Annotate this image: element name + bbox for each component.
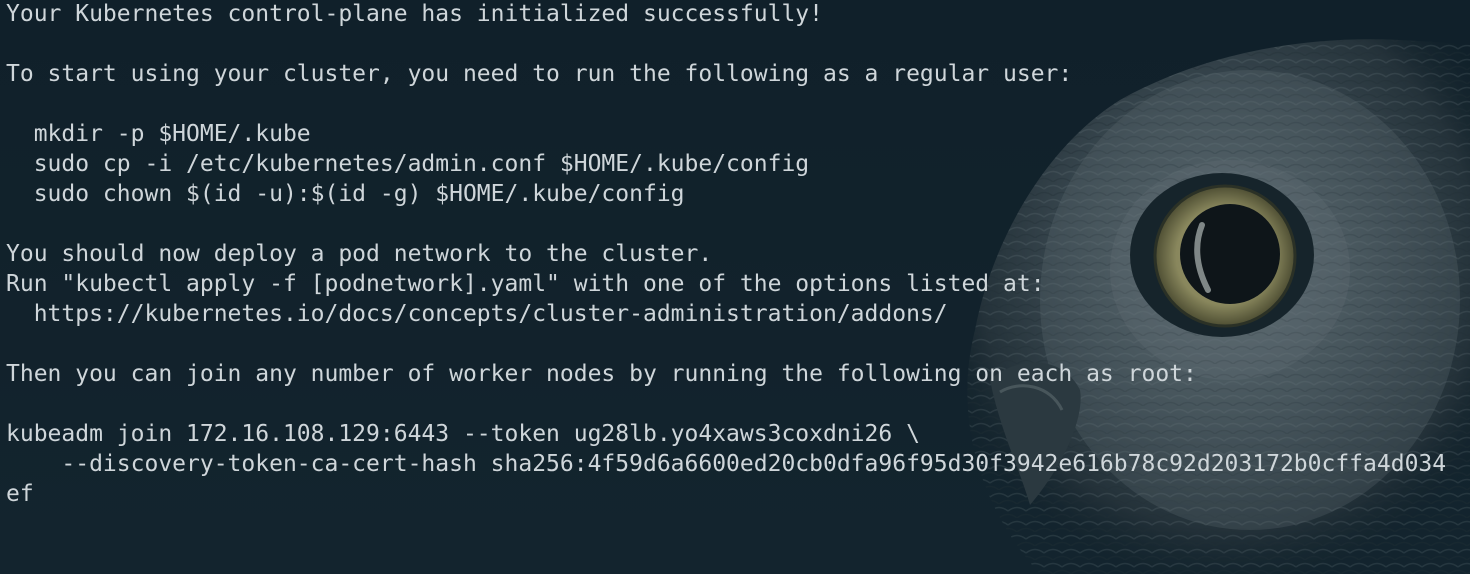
terminal-output[interactable]: Your Kubernetes control-plane has initia… xyxy=(6,0,1446,511)
terminal-line: --discovery-token-ca-cert-hash sha256:4f… xyxy=(6,451,1447,477)
terminal-line: Run "kubectl apply -f [podnetwork].yaml"… xyxy=(6,271,1045,297)
terminal-window[interactable]: Your Kubernetes control-plane has initia… xyxy=(0,0,1470,574)
terminal-line: sudo cp -i /etc/kubernetes/admin.conf $H… xyxy=(6,151,810,177)
terminal-line: https://kubernetes.io/docs/concepts/clus… xyxy=(6,301,948,327)
terminal-line: sudo chown $(id -u):$(id -g) $HOME/.kube… xyxy=(6,181,685,207)
terminal-line: To start using your cluster, you need to… xyxy=(6,61,1073,87)
terminal-line: mkdir -p $HOME/.kube xyxy=(6,121,311,147)
terminal-line: Then you can join any number of worker n… xyxy=(6,361,1197,387)
terminal-line: ef xyxy=(6,481,34,507)
terminal-line: You should now deploy a pod network to t… xyxy=(6,241,713,267)
terminal-line: kubeadm join 172.16.108.129:6443 --token… xyxy=(6,421,920,447)
